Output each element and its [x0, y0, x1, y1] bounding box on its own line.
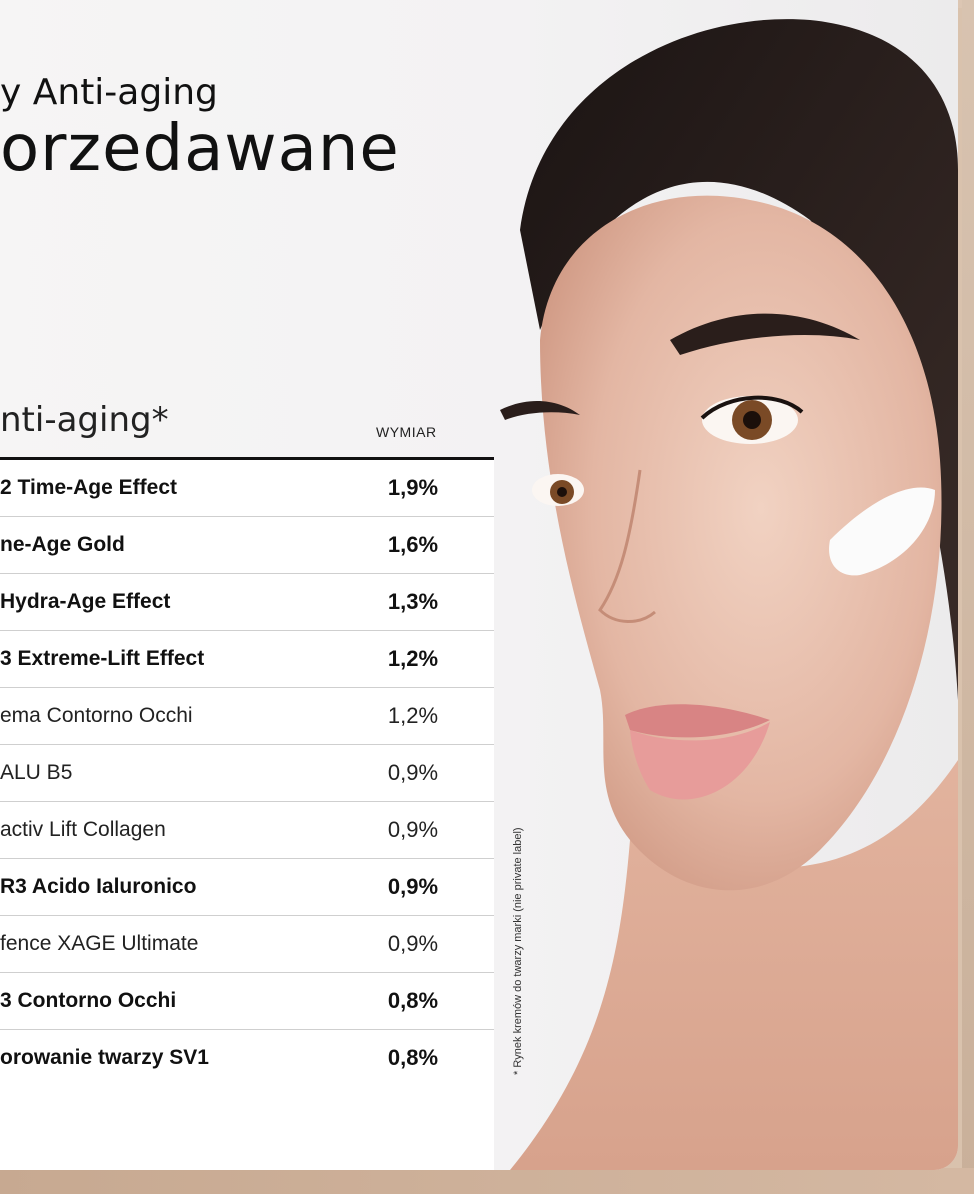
table-row: 2 Time-Age Effect 1,9% — [0, 460, 494, 517]
column-header-wymiar: WYMIAR — [376, 424, 437, 440]
product-name: ALU B5 — [0, 761, 73, 784]
table-row: orowanie twarzy SV1 0,8% — [0, 1030, 494, 1087]
share-value: 1,2% — [387, 703, 439, 728]
portrait-illustration — [500, 19, 958, 1170]
header-headline: orzedawane — [0, 112, 400, 186]
table-row: activ Lift Collagen 0,9% — [0, 802, 494, 859]
footnote: * Rynek kremów do twarzy marki (nie priv… — [512, 827, 524, 1075]
share-value: 0,8% — [387, 1045, 439, 1070]
product-name: R3 Acido Ialuronico — [0, 875, 197, 898]
share-value: 0,9% — [387, 874, 439, 899]
table-body: 2 Time-Age Effect 1,9% ne-Age Gold 1,6% … — [0, 457, 494, 1170]
share-value: 1,2% — [387, 646, 439, 671]
portrait-photo — [480, 0, 958, 1170]
product-name: ne-Age Gold — [0, 533, 125, 556]
table-row: ema Contorno Occhi 1,2% — [0, 688, 494, 745]
table-row: R3 Acido Ialuronico 0,9% — [0, 859, 494, 916]
share-value: 1,6% — [387, 532, 439, 557]
frame-bottom — [0, 1168, 974, 1194]
frame-right — [962, 0, 974, 1194]
product-name: 3 Contorno Occhi — [0, 989, 177, 1012]
share-value: 0,9% — [387, 817, 439, 842]
content-card: y Anti-aging orzedawane nti-aging* WYMIA… — [0, 0, 958, 1170]
table-row: ALU B5 0,9% — [0, 745, 494, 802]
product-name: 2 Time-Age Effect — [0, 476, 177, 499]
table-row: fence XAGE Ultimate 0,9% — [0, 916, 494, 973]
share-value: 1,9% — [387, 475, 439, 500]
table-row: ne-Age Gold 1,6% — [0, 517, 494, 574]
product-name: fence XAGE Ultimate — [0, 932, 199, 955]
product-name: activ Lift Collagen — [0, 818, 166, 841]
header-kicker: y Anti-aging — [0, 72, 218, 113]
table-row: 3 Extreme-Lift Effect 1,2% — [0, 631, 494, 688]
table-title: nti-aging* — [0, 400, 169, 440]
table-row: Hydra-Age Effect 1,3% — [0, 574, 494, 631]
share-value: 0,9% — [387, 931, 439, 956]
product-name: 3 Extreme-Lift Effect — [0, 647, 205, 670]
share-value: 1,3% — [387, 589, 439, 614]
share-value: 0,8% — [387, 988, 439, 1013]
product-name: ema Contorno Occhi — [0, 704, 193, 727]
table-row: 3 Contorno Occhi 0,8% — [0, 973, 494, 1030]
share-value: 0,9% — [387, 760, 439, 785]
product-name: orowanie twarzy SV1 — [0, 1046, 209, 1069]
product-name: Hydra-Age Effect — [0, 590, 171, 613]
